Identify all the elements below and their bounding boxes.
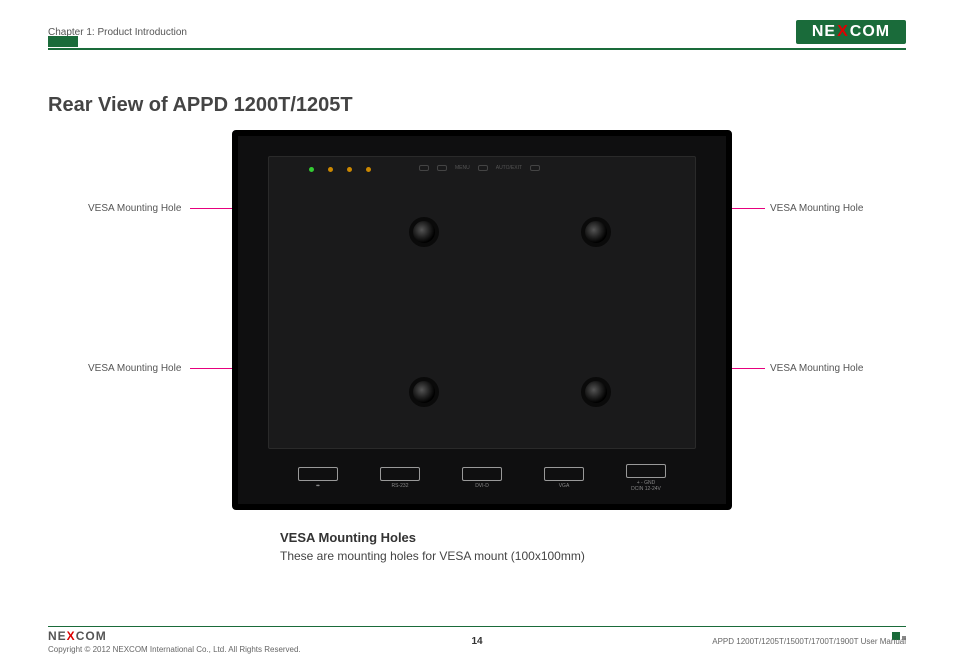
osd-auto-label: AUTO/EXIT	[496, 165, 522, 171]
osd-menu-label: MENU	[455, 165, 470, 171]
brand-post: COM	[76, 629, 107, 643]
osd-plus-icon	[437, 165, 447, 171]
rs232-port: RS-232	[380, 467, 420, 489]
osd-buttons: MENU AUTO/EXIT	[419, 165, 540, 171]
device-rear-figure: MENU AUTO/EXIT ⬌ RS-232 DVI-D VGA + - GN…	[232, 130, 732, 510]
description-block: VESA Mounting Holes These are mounting h…	[280, 530, 760, 563]
status-leds	[309, 167, 371, 172]
footer-logo: NEXCOM	[48, 629, 301, 643]
dvid-label: DVI-D	[462, 483, 502, 489]
brand-x: X	[836, 23, 850, 41]
brand-pre: NE	[812, 23, 836, 41]
description-heading: VESA Mounting Holes	[280, 530, 760, 545]
osd-minus-icon	[419, 165, 429, 171]
brand-x: X	[67, 629, 76, 643]
copyright-text: Copyright © 2012 NEXCOM International Co…	[48, 645, 301, 654]
callout-top-right: VESA Mounting Hole	[770, 203, 863, 214]
led-icon	[347, 167, 352, 172]
rs232-label: RS-232	[380, 483, 420, 489]
led-icon	[309, 167, 314, 172]
usb-label: ⬌	[298, 483, 338, 489]
brand-pre: NE	[48, 629, 67, 643]
vesa-hole-icon	[581, 217, 611, 247]
vga-label: VGA	[544, 483, 584, 489]
power-label: + - GND DCIN 12-24V	[626, 480, 666, 492]
header-accent	[48, 36, 78, 47]
vesa-hole-icon	[409, 217, 439, 247]
vesa-hole-icon	[581, 377, 611, 407]
page-footer: NEXCOM Copyright © 2012 NEXCOM Internati…	[48, 626, 906, 654]
osd-menu-icon	[478, 165, 488, 171]
page-title: Rear View of APPD 1200T/1205T	[48, 94, 353, 117]
brand-post: COM	[850, 23, 890, 41]
description-text: These are mounting holes for VESA mount …	[280, 549, 760, 563]
vga-port: VGA	[544, 467, 584, 489]
document-name: APPD 1200T/1205T/1500T/1700T/1900T User …	[712, 637, 906, 646]
dvid-port: DVI-D	[462, 467, 502, 489]
page-header: Chapter 1: Product Introduction NEXCOM	[48, 20, 906, 50]
brand-logo: NEXCOM	[796, 20, 906, 44]
power-port: + - GND DCIN 12-24V	[626, 464, 666, 492]
usb-port: ⬌	[298, 467, 338, 489]
led-icon	[366, 167, 371, 172]
vesa-hole-icon	[409, 377, 439, 407]
osd-auto-icon	[530, 165, 540, 171]
callout-bottom-left: VESA Mounting Hole	[88, 363, 181, 374]
port-row: ⬌ RS-232 DVI-D VGA + - GND DCIN 12-24V	[298, 464, 666, 492]
led-icon	[328, 167, 333, 172]
callout-bottom-right: VESA Mounting Hole	[770, 363, 863, 374]
device-panel: MENU AUTO/EXIT	[268, 156, 696, 449]
callout-top-left: VESA Mounting Hole	[88, 203, 181, 214]
page-number: 14	[471, 636, 482, 647]
